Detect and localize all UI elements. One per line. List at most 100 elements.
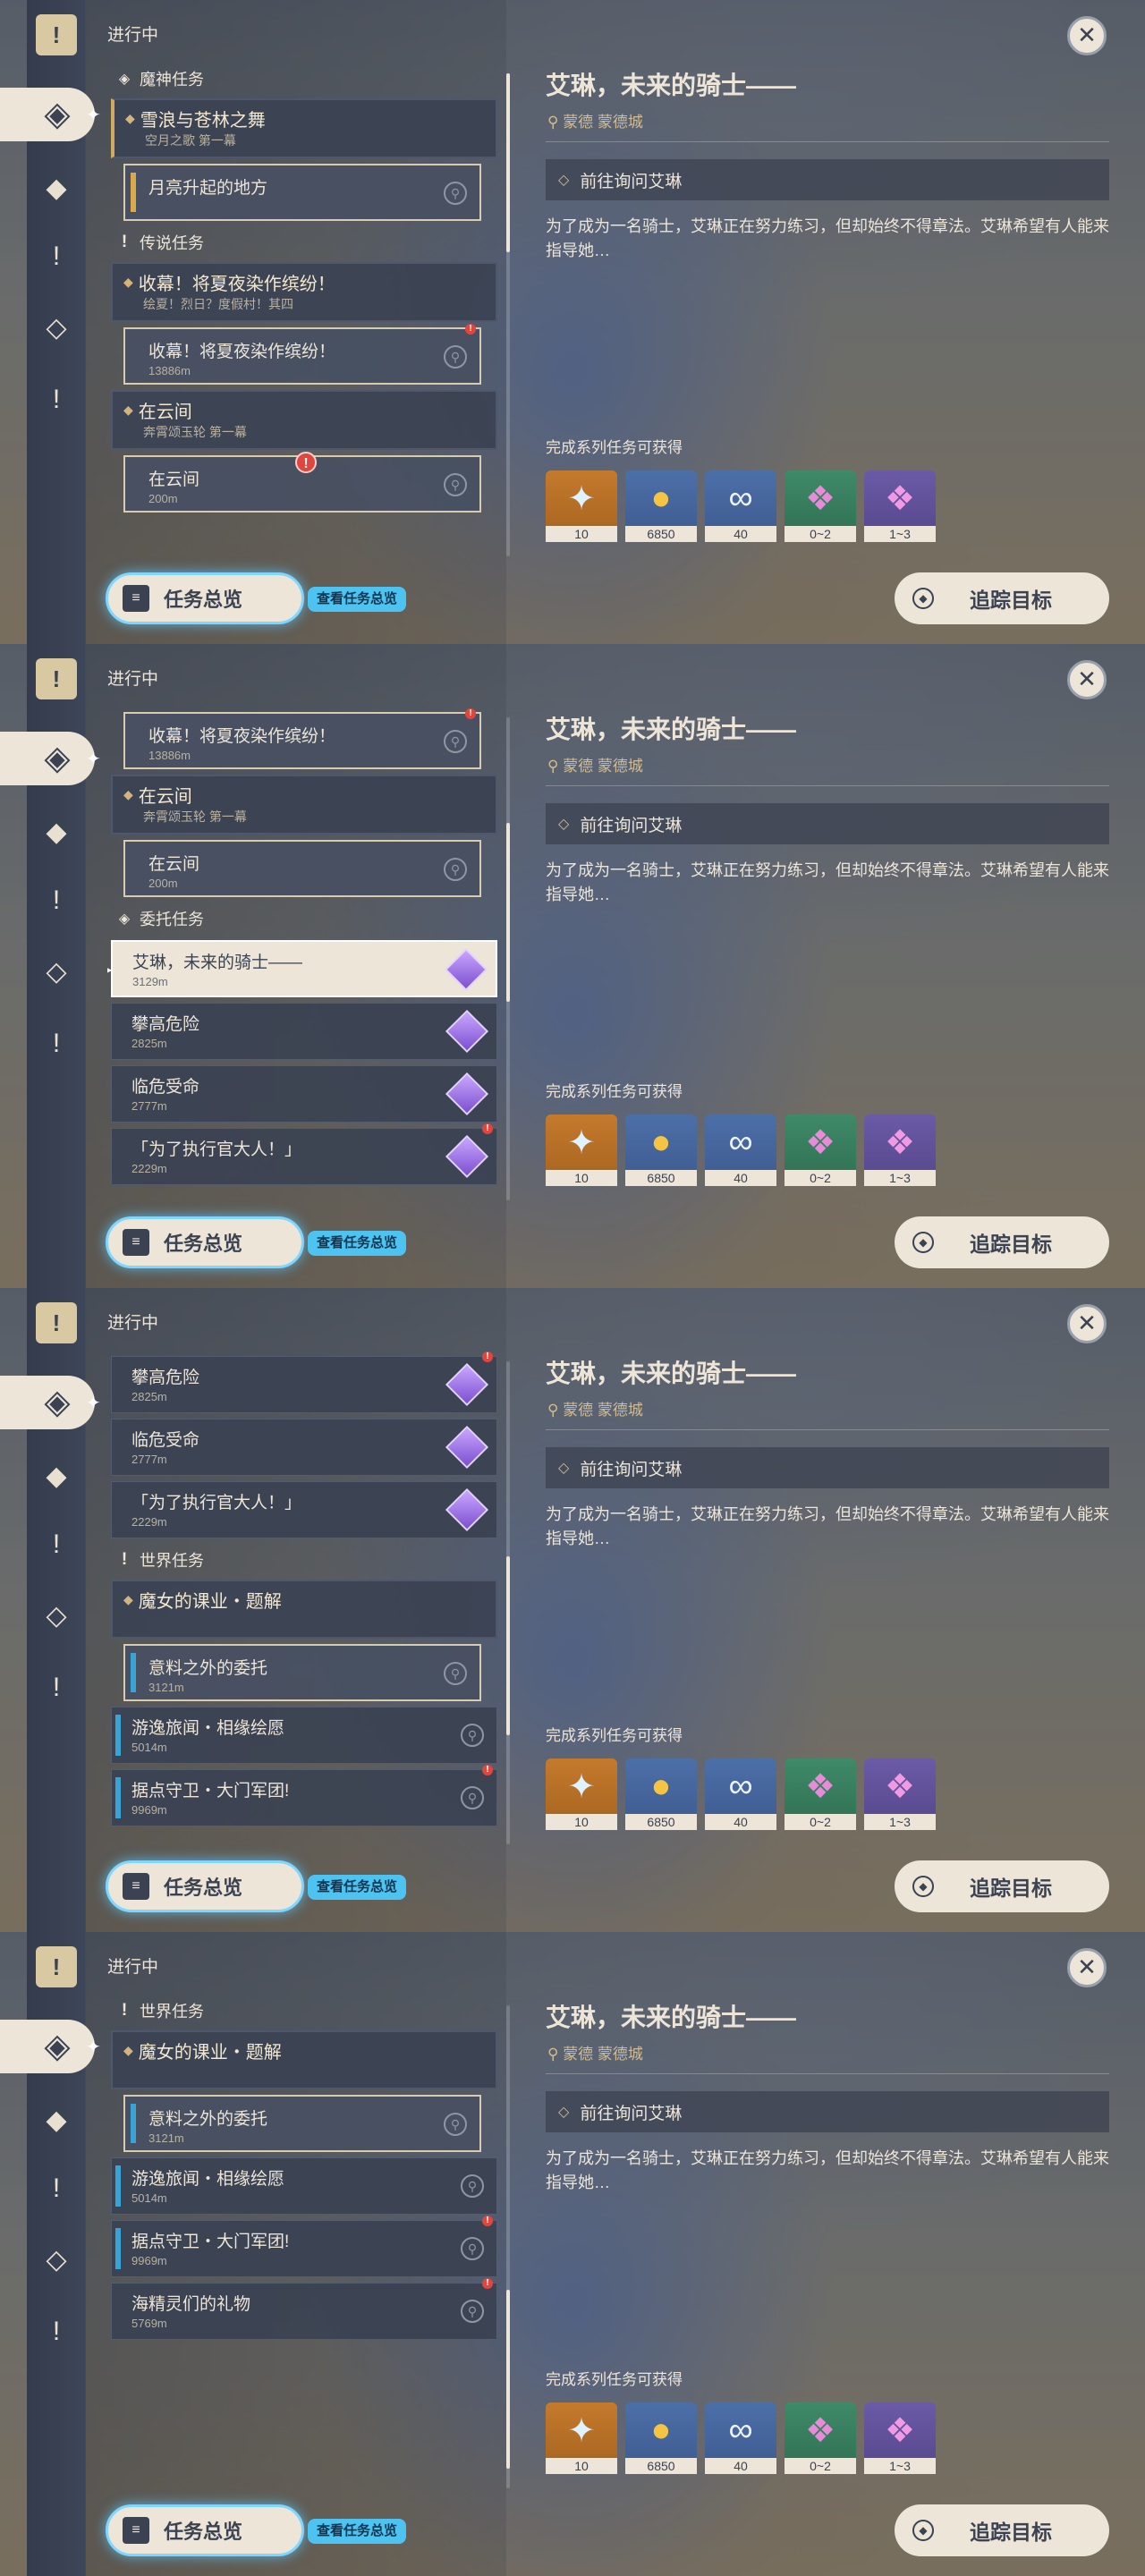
quest-list[interactable]: ! 世界任务 ◆ 魔女的课业・题解 意料之外的委托 3121m ⚲ 游逸旅闻・相缘绘愿 5014…: [107, 1995, 501, 2482]
reward-item[interactable]: ❖ 0~2: [785, 1758, 856, 1830]
close-button[interactable]: ✕: [1067, 16, 1107, 55]
all-quests-icon[interactable]: ◈: [36, 1381, 79, 1424]
quest-step-item[interactable]: 在云间 200m ⚲: [123, 840, 481, 897]
quest-entry[interactable]: ◆ 雪浪与苍林之舞 空月之歌 第一幕: [111, 98, 497, 158]
all-quests-icon[interactable]: ◈: [36, 2025, 79, 2068]
quest-entry[interactable]: ◆ 魔女的课业・题解: [111, 2030, 497, 2089]
scroll-thumb[interactable]: [506, 2290, 510, 2469]
reward-item[interactable]: ❖ 0~2: [785, 2402, 856, 2474]
quest-list[interactable]: 收幕！将夏夜染作缤纷！ 13886m ⚲! ◆ 在云间 奔霄颂玉轮 第一幕 在云间 200m ⚲…: [107, 707, 501, 1194]
reward-item[interactable]: ❖ 1~3: [864, 1114, 936, 1186]
overview-button[interactable]: ≡ 任务总览: [106, 2504, 304, 2556]
quest-entry[interactable]: ◆ 收幕！将夏夜染作缤纷！ 绘夏！烈日？度假村！其四: [111, 262, 497, 322]
locate-pin-icon[interactable]: ⚲: [444, 473, 467, 496]
reward-item[interactable]: ✦ 10: [546, 1114, 617, 1186]
commission-item[interactable]: 攀高危险 2825m!: [111, 1352, 497, 1413]
reward-item[interactable]: ❖ 1~3: [864, 470, 936, 542]
reward-item[interactable]: ∞ 40: [705, 1114, 776, 1186]
quest-step-item[interactable]: 月亮升起的地方 ⚲: [123, 164, 481, 221]
commission-item[interactable]: 游逸旅闻・相缘绘愿 5014m ⚲: [111, 2157, 497, 2215]
reward-item[interactable]: ● 6850: [625, 470, 697, 542]
commission-quest-icon[interactable]: ◇: [36, 1596, 77, 1637]
world-quest-icon[interactable]: !: [36, 1023, 77, 1064]
quest-book-icon[interactable]: !: [36, 14, 77, 55]
locate-pin-icon[interactable]: ⚲: [444, 2113, 467, 2136]
commission-item[interactable]: 攀高危险 2825m: [111, 1003, 497, 1060]
commission-quest-icon[interactable]: ◇: [36, 2240, 77, 2281]
scroll-thumb[interactable]: [506, 73, 510, 252]
commission-item[interactable]: 「为了执行官大人！」 2229m: [111, 1481, 497, 1538]
archon-quest-icon[interactable]: ◆: [36, 2100, 77, 2141]
story-quest-icon[interactable]: !: [36, 1524, 77, 1565]
archon-quest-icon[interactable]: ◆: [36, 168, 77, 209]
commission-item[interactable]: 临危受命 2777m: [111, 1065, 497, 1123]
quest-step-item[interactable]: 意料之外的委托 3121m ⚲: [123, 2095, 481, 2152]
story-quest-icon[interactable]: !: [36, 236, 77, 277]
reward-item[interactable]: ❖ 0~2: [785, 470, 856, 542]
commission-item[interactable]: 海精灵们的礼物 5769m ⚲!: [111, 2278, 497, 2340]
story-quest-icon[interactable]: !: [36, 880, 77, 921]
world-quest-icon[interactable]: !: [36, 1667, 77, 1708]
archon-quest-icon[interactable]: ◆: [36, 812, 77, 853]
locate-pin-icon[interactable]: ⚲: [444, 182, 467, 205]
commission-quest-icon[interactable]: ◇: [36, 952, 77, 993]
locate-pin-icon[interactable]: ⚲: [444, 345, 467, 369]
reward-item[interactable]: ❖ 0~2: [785, 1114, 856, 1186]
scroll-thumb[interactable]: [506, 823, 510, 1002]
reward-item[interactable]: ✦ 10: [546, 1758, 617, 1830]
quest-step-item[interactable]: 收幕！将夏夜染作缤纷！ 13886m ⚲!: [123, 324, 481, 385]
locate-pin-icon[interactable]: ⚲: [444, 730, 467, 753]
quest-entry[interactable]: ◆ 在云间 奔霄颂玉轮 第一幕: [111, 390, 497, 450]
commission-item[interactable]: 据点守卫・大门军团! 9969m ⚲!: [111, 2216, 497, 2277]
overview-button[interactable]: ≡ 任务总览: [106, 1216, 304, 1268]
commission-item[interactable]: 临危受命 2777m: [111, 1419, 497, 1476]
locate-pin-icon[interactable]: ⚲: [444, 1662, 467, 1685]
scroll-thumb[interactable]: [506, 1556, 510, 1735]
commission-item[interactable]: 艾琳，未来的骑士—— 3129m ▶: [107, 940, 497, 997]
commission-item[interactable]: 据点守卫・大门军团! 9969m ⚲!: [111, 1765, 497, 1826]
close-button[interactable]: ✕: [1067, 1304, 1107, 1343]
locate-pin-icon[interactable]: ⚲: [461, 2174, 484, 2198]
quest-step-item[interactable]: 收幕！将夏夜染作缤纷！ 13886m ⚲!: [123, 708, 481, 769]
overview-button[interactable]: ≡ 任务总览: [106, 1860, 304, 1912]
all-quests-icon[interactable]: ◈: [36, 737, 79, 780]
reward-item[interactable]: ∞ 40: [705, 2402, 776, 2474]
reward-item[interactable]: ❖ 1~3: [864, 2402, 936, 2474]
reward-item[interactable]: ✦ 10: [546, 2402, 617, 2474]
locate-pin-icon[interactable]: ⚲: [461, 2237, 484, 2260]
commission-item[interactable]: 游逸旅闻・相缘绘愿 5014m ⚲: [111, 1707, 497, 1764]
quest-list[interactable]: 攀高危险 2825m! 临危受命 2777m 「为了执行官大人！」 2229m! 世界任务 ◆…: [107, 1351, 501, 1838]
locate-pin-icon[interactable]: ⚲: [444, 858, 467, 881]
reward-item[interactable]: ∞ 40: [705, 1758, 776, 1830]
close-button[interactable]: ✕: [1067, 1948, 1107, 1987]
reward-item[interactable]: ● 6850: [625, 1758, 697, 1830]
reward-item[interactable]: ✦ 10: [546, 470, 617, 542]
reward-item[interactable]: ● 6850: [625, 2402, 697, 2474]
all-quests-icon[interactable]: ◈: [36, 93, 79, 136]
quest-list[interactable]: ◈ 魔神任务 ◆ 雪浪与苍林之舞 空月之歌 第一幕 月亮升起的地方 ⚲! 传说任务 ◆ 收幕！将夏…: [107, 63, 501, 550]
quest-step-item[interactable]: 意料之外的委托 3121m ⚲: [123, 1644, 481, 1701]
story-quest-icon[interactable]: !: [36, 2168, 77, 2209]
quest-book-icon[interactable]: !: [36, 1946, 77, 1987]
quest-book-icon[interactable]: !: [36, 658, 77, 699]
quest-book-icon[interactable]: !: [36, 1302, 77, 1343]
quest-entry[interactable]: ◆ 魔女的课业・题解: [111, 1580, 497, 1639]
track-button[interactable]: ◆ 追踪目标: [895, 1860, 1109, 1912]
quest-entry[interactable]: ◆ 在云间 奔霄颂玉轮 第一幕: [111, 775, 497, 835]
track-button[interactable]: ◆ 追踪目标: [895, 1216, 1109, 1268]
world-quest-icon[interactable]: !: [36, 2311, 77, 2352]
locate-pin-icon[interactable]: ⚲: [461, 1724, 484, 1747]
reward-item[interactable]: ● 6850: [625, 1114, 697, 1186]
reward-item[interactable]: ∞ 40: [705, 470, 776, 542]
close-button[interactable]: ✕: [1067, 660, 1107, 699]
track-button[interactable]: ◆ 追踪目标: [895, 2504, 1109, 2556]
commission-item[interactable]: 「为了执行官大人！」 2229m!: [111, 1123, 497, 1185]
world-quest-icon[interactable]: !: [36, 379, 77, 420]
archon-quest-icon[interactable]: ◆: [36, 1456, 77, 1497]
reward-item[interactable]: ❖ 1~3: [864, 1758, 936, 1830]
track-button[interactable]: ◆ 追踪目标: [895, 572, 1109, 624]
locate-pin-icon[interactable]: ⚲: [461, 1786, 484, 1809]
overview-button[interactable]: ≡ 任务总览: [106, 572, 304, 624]
locate-pin-icon[interactable]: ⚲: [461, 2300, 484, 2323]
quest-step-item[interactable]: 在云间 200m ⚲!: [123, 452, 481, 513]
